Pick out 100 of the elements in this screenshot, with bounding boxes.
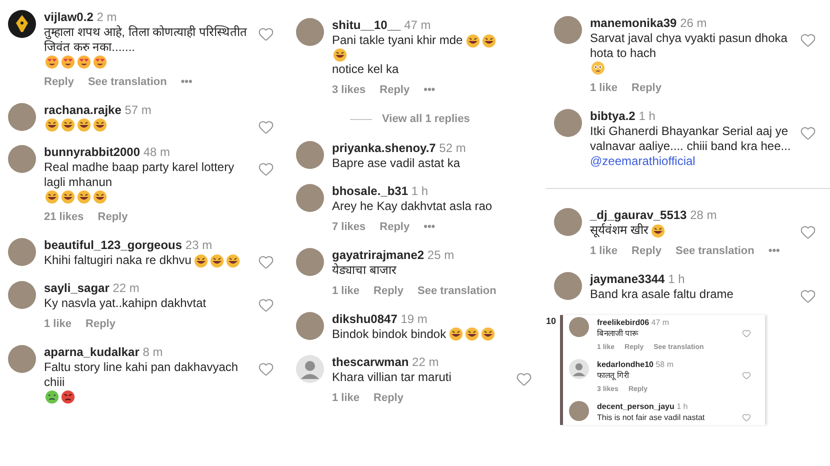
laughing-emoji-icon (93, 118, 107, 132)
comment-time: 26 m (680, 16, 707, 30)
username[interactable]: priyanka.shenoy.7 (332, 140, 436, 154)
comment-action[interactable]: 1 like (590, 81, 618, 96)
comment-action[interactable]: See translation (676, 244, 754, 259)
comment-text: Real madhe baap party karel lottery lagli mhanun (44, 160, 236, 190)
like-heart-icon[interactable] (742, 329, 752, 338)
avatar-photo-placeholder (554, 16, 582, 44)
comment-action[interactable]: Reply (374, 284, 404, 298)
comment-action[interactable]: Reply (632, 81, 662, 96)
comment-time: 52 m (439, 140, 466, 154)
like-heart-icon[interactable] (258, 161, 274, 177)
username[interactable]: bunnyrabbit2000 (44, 145, 140, 159)
username[interactable]: jaymane3344 (590, 272, 665, 286)
laughing-emoji-icon (45, 118, 59, 132)
avatar-photo-placeholder (554, 208, 582, 236)
username[interactable]: manemonika39 (590, 16, 677, 30)
laughing-emoji-icon (210, 254, 224, 268)
comment-action[interactable]: 1 like (332, 390, 360, 406)
comment-action[interactable]: Reply (374, 390, 404, 406)
comment-action[interactable]: See translation (88, 75, 167, 90)
username[interactable]: shitu__10__ (332, 18, 401, 32)
like-heart-icon[interactable] (258, 119, 274, 135)
comment-time: 23 m (185, 238, 212, 252)
comment-action[interactable]: 1 like (44, 317, 72, 332)
mention-link[interactable]: @zeemarathiofficial (590, 154, 696, 168)
like-heart-icon[interactable] (800, 125, 816, 141)
comment-time: 1 h (676, 402, 688, 411)
comment-action[interactable]: Reply (380, 220, 410, 234)
like-heart-icon[interactable] (742, 371, 752, 380)
comment-time: 47 m (651, 318, 670, 327)
username[interactable]: kedarlondhe10 (597, 360, 654, 369)
username[interactable]: freelikebird06 (597, 318, 650, 327)
username[interactable]: dikshu0847 (332, 312, 398, 326)
sick-emoji-icon (45, 390, 59, 404)
angry-emoji-icon (61, 390, 75, 404)
avatar-photo-placeholder (554, 109, 582, 137)
username[interactable]: rachana.rajke (44, 103, 122, 117)
like-heart-icon[interactable] (258, 26, 274, 42)
like-heart-icon[interactable] (516, 370, 532, 386)
comment-time: 25 m (427, 248, 454, 262)
avatar-photo-placeholder (8, 145, 36, 173)
avatar-photo-placeholder (569, 401, 590, 421)
comment-action[interactable]: Reply (632, 244, 662, 259)
comment-time: 2 m (96, 10, 117, 24)
username[interactable]: decent_person_jayu (597, 402, 674, 411)
laughing-emoji-icon (61, 190, 75, 204)
comment-action[interactable]: ••• (180, 75, 192, 90)
comment-text: notice kel ka (332, 62, 400, 77)
comment-text: Khara villian tar maruti (332, 370, 452, 384)
comment-text: Bapre ase vadil astat ka (332, 156, 460, 170)
comment-time: 8 m (142, 345, 163, 359)
comment-action[interactable]: 7 likes (332, 220, 366, 234)
like-heart-icon[interactable] (800, 224, 816, 240)
comment-text: येड्याचा बाजार (332, 262, 396, 278)
username[interactable]: vijlaw0.2 (44, 10, 94, 24)
comment-text: Faltu story line kahi pan dakhavyach chiii (44, 360, 240, 390)
comment-text: Band kra asale faltu drame (590, 287, 734, 302)
laughing-emoji-icon (449, 327, 464, 341)
username[interactable]: sayli_sagar (44, 281, 110, 295)
laughing-emoji-icon (226, 254, 240, 268)
comment-action[interactable]: 1 like (332, 284, 360, 298)
comment-time: 57 m (124, 103, 152, 117)
comment-action[interactable]: 21 likes (44, 210, 84, 225)
avatar-photo-placeholder (554, 272, 582, 300)
avatar-photo-placeholder (296, 312, 324, 340)
comment-action[interactable]: ••• (768, 244, 780, 259)
comment-action[interactable]: Reply (380, 83, 410, 98)
comment-time: 22 m (112, 281, 140, 295)
like-heart-icon[interactable] (258, 361, 274, 377)
comment-action[interactable]: ••• (424, 83, 436, 98)
heart-eyes-emoji-icon (45, 55, 59, 69)
comment-action[interactable]: Reply (98, 210, 128, 225)
avatar-photo-placeholder (296, 18, 324, 46)
comment-text: Arey he Kay dakhvtat asla rao (332, 198, 492, 214)
default-avatar-icon (569, 359, 590, 379)
username[interactable]: thescarwman (332, 354, 409, 368)
comment-action[interactable]: Reply (44, 75, 74, 90)
laughing-emoji-icon (93, 190, 107, 204)
username[interactable]: aparna_kudalkar (44, 345, 140, 359)
like-heart-icon[interactable] (800, 32, 816, 48)
username[interactable]: bhosale._b31 (332, 184, 408, 198)
username[interactable]: beautiful_123_gorgeous (44, 238, 182, 252)
comment-action[interactable]: 1 like (590, 244, 618, 259)
laughing-emoji-icon (194, 254, 208, 268)
view-replies-link[interactable]: View all 1 replies (382, 111, 470, 128)
username[interactable]: _dj_gaurav_5513 (590, 208, 687, 222)
like-heart-icon[interactable] (742, 413, 752, 422)
avatar-photo-placeholder (296, 184, 324, 212)
username[interactable]: gayatrirajmane2 (332, 248, 424, 262)
comment-text: तुम्हाला शपथ आहे, तिला कोणत्याही परिस्थितीत जिवंत करु नका....... (44, 25, 248, 55)
comment-action[interactable]: ••• (424, 220, 436, 234)
laughing-emoji-icon (481, 327, 496, 341)
like-heart-icon[interactable] (800, 288, 816, 304)
like-heart-icon[interactable] (258, 297, 274, 313)
comment-action[interactable]: Reply (86, 317, 116, 332)
like-heart-icon[interactable] (258, 254, 274, 270)
comment-action[interactable]: See translation (418, 284, 496, 298)
username[interactable]: bibtya.2 (590, 109, 636, 123)
comment-action[interactable]: 3 likes (332, 83, 366, 98)
